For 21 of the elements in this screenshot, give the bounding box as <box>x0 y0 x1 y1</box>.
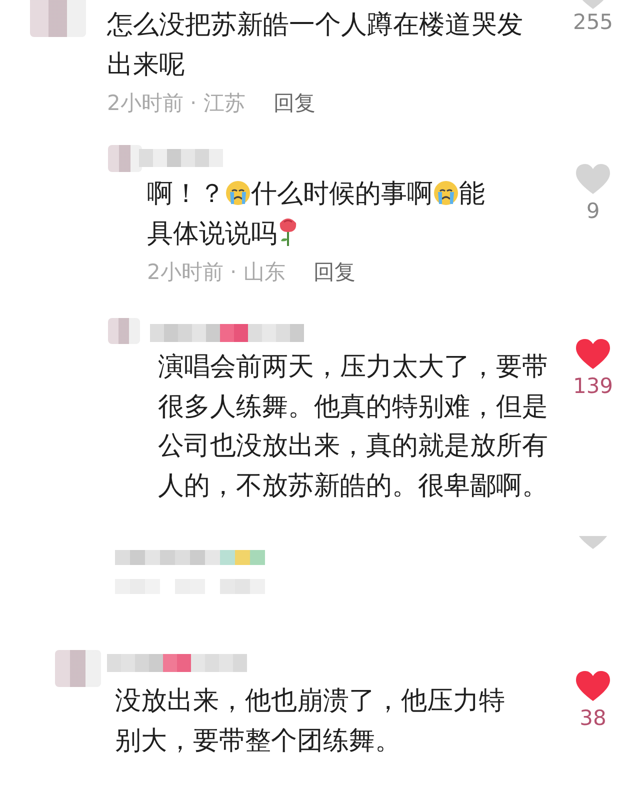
like-count: 38 <box>580 706 606 730</box>
like-heart-icon[interactable] <box>575 670 611 702</box>
blurred-avatar <box>108 318 140 344</box>
reply-button[interactable]: 回复 <box>313 258 356 286</box>
crying-face-icon <box>225 180 251 206</box>
comment-text: 啊！？ 什么时候的事啊 能具体说说吗 <box>147 178 486 250</box>
blurred-avatar <box>55 650 101 687</box>
blurred-avatar <box>108 145 142 172</box>
comment-text: 怎么没把苏新皓一个人蹲在楼道哭发出来呢 <box>107 9 524 82</box>
like-count: 139 <box>572 374 614 398</box>
reply-button[interactable]: 回复 <box>273 89 316 117</box>
comment-time-location: 2小时前 · 山东 <box>147 259 286 286</box>
like-count: 9 <box>586 199 600 223</box>
comment-text: 没放出来，他也崩溃了，他压力特别大，要带整个团练舞。 <box>115 685 506 758</box>
comment-text: 演唱会前两天，压力太大了，要带很多人练舞。他真的特别难，但是公司也没放出来，真的就是放所有人的，不放苏新皓的。很卑鄙啊。 <box>158 351 549 502</box>
comment-time-location: 2小时前 · 江苏 <box>107 90 246 117</box>
crying-face-icon <box>433 180 459 206</box>
like-heart-icon[interactable] <box>575 338 611 370</box>
rose-icon <box>277 216 299 246</box>
like-count: 255 <box>572 10 614 34</box>
blurred-avatar <box>30 0 86 37</box>
